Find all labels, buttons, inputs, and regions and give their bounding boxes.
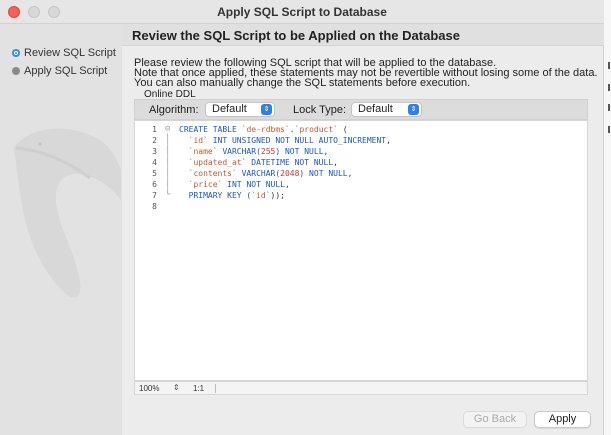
sql-token: PRIMARY KEY ( xyxy=(179,191,252,200)
dolphin-logo-watermark xyxy=(14,128,121,298)
sql-token: , xyxy=(347,169,353,178)
fold-toggle-icon[interactable]: ⊝ xyxy=(165,124,170,135)
line-number: 2 xyxy=(152,136,157,145)
line-number: 5 xyxy=(152,169,157,178)
lock-type-label: Lock Type: xyxy=(293,104,346,116)
sql-token: `updated_at` xyxy=(179,158,247,167)
sidebar-item-label: Apply SQL Script xyxy=(24,65,108,77)
fold-guide: │ xyxy=(165,135,171,145)
editor-status-bar: 100% ⇕ 1:1 xyxy=(134,381,588,395)
updown-chevron-icon: ⇕ xyxy=(408,104,419,115)
sql-token: , xyxy=(386,136,391,145)
sidebar-item-review-sql-script[interactable]: Review SQL Script xyxy=(12,46,116,60)
description-line: You can also manually change the SQL sta… xyxy=(134,77,471,89)
sql-token: , xyxy=(284,180,290,189)
sql-script-editor[interactable]: 1 ⊝ CREATE TABLE `de-rdbms`.`product` (2 │ … xyxy=(134,120,588,381)
line-number: 3 xyxy=(152,147,157,156)
wizard-sidebar: Review SQL Script Apply SQL Script xyxy=(0,24,122,435)
title-bar: Apply SQL Script to Database xyxy=(0,0,604,24)
line-number: 1 xyxy=(152,125,157,134)
code-line[interactable]: 3 │ `name` VARCHAR(255) NOT NULL, xyxy=(135,146,587,157)
sql-token: 255 xyxy=(260,147,276,156)
code-line[interactable]: 1 ⊝ CREATE TABLE `de-rdbms`.`product` ( xyxy=(135,124,587,135)
sql-code: `price` INT NOT NULL, xyxy=(179,179,290,190)
sql-token: `de-rdbms` xyxy=(241,125,290,134)
updown-chevron-icon: ⇕ xyxy=(261,104,272,115)
sql-code: `contents` VARCHAR(2048) NOT NULL, xyxy=(179,168,353,179)
sql-token: `price` xyxy=(179,180,223,189)
status-divider xyxy=(215,384,216,393)
sql-token: ) NOT NULL xyxy=(275,147,324,156)
algorithm-label: Algorithm: xyxy=(149,104,199,116)
current-step-icon xyxy=(12,49,20,57)
online-ddl-options: Algorithm: Default ⇕ Lock Type: Default … xyxy=(134,99,588,120)
pending-step-icon xyxy=(12,67,20,75)
sql-token: , xyxy=(323,147,329,156)
sql-code: `id` INT UNSIGNED NOT NULL AUTO_INCREMEN… xyxy=(179,135,391,146)
sql-token: INT NOT NULL xyxy=(222,180,285,189)
code-line[interactable]: 4 │ `updated_at` DATETIME NOT NULL, xyxy=(135,157,587,168)
sql-token: , xyxy=(333,158,338,167)
apply-button[interactable]: Apply xyxy=(534,411,591,428)
sql-code: CREATE TABLE `de-rdbms`.`product` ( xyxy=(179,124,348,135)
line-number: 8 xyxy=(152,202,157,211)
sql-token: `contents` xyxy=(179,169,237,178)
fold-end-icon: └ xyxy=(165,190,171,200)
zoom-stepper-icon[interactable]: ⇕ xyxy=(173,383,180,392)
zoom-level[interactable]: 100% xyxy=(139,384,159,393)
sql-token: CREATE TABLE xyxy=(179,125,242,134)
sql-token: `product` xyxy=(294,125,338,134)
code-line[interactable]: 5 │ `contents` VARCHAR(2048) NOT NULL, xyxy=(135,168,587,179)
sql-code: PRIMARY KEY (`id`)); xyxy=(179,190,285,201)
line-number: 7 xyxy=(152,191,157,200)
algorithm-select[interactable]: Default ⇕ xyxy=(205,102,275,117)
sql-token: )); xyxy=(270,191,285,200)
algorithm-select-value: Default xyxy=(212,103,247,115)
fold-guide: │ xyxy=(165,168,171,178)
code-line[interactable]: 2 │ `id` INT UNSIGNED NOT NULL AUTO_INCRE… xyxy=(135,135,587,146)
code-line[interactable]: 6 │ `price` INT NOT NULL, xyxy=(135,179,587,190)
page-header: Review the SQL Script to be Applied on t… xyxy=(122,24,604,46)
sql-token: VARCHAR( xyxy=(217,147,261,156)
sql-code: `updated_at` DATETIME NOT NULL, xyxy=(179,157,338,168)
sql-token: DATETIME NOT NULL xyxy=(246,158,334,167)
sql-token: VARCHAR( xyxy=(236,169,281,178)
line-number: 4 xyxy=(152,158,157,167)
page-title: Review the SQL Script to be Applied on t… xyxy=(132,28,460,43)
sql-code: `name` VARCHAR(255) NOT NULL, xyxy=(179,146,329,157)
sidebar-item-label: Review SQL Script xyxy=(24,47,116,59)
sql-token: ( xyxy=(337,125,348,134)
cursor-position: 1:1 xyxy=(193,384,205,393)
window-title: Apply SQL Script to Database xyxy=(217,5,387,19)
sidebar-item-apply-sql-script[interactable]: Apply SQL Script xyxy=(12,64,107,78)
lock-type-select[interactable]: Default ⇕ xyxy=(351,102,422,117)
background-window-edge xyxy=(604,0,611,435)
sql-token: INT UNSIGNED NOT NULL AUTO_INCREMENT xyxy=(207,136,387,145)
line-number: 6 xyxy=(152,180,157,189)
fold-guide: │ xyxy=(165,146,171,156)
dialog-window: Apply SQL Script to Database Review SQL … xyxy=(0,0,604,435)
sql-token: `id` xyxy=(251,191,271,200)
go-back-button[interactable]: Go Back xyxy=(463,411,527,428)
fold-guide: │ xyxy=(165,179,171,189)
sql-token: 2048 xyxy=(280,169,300,178)
code-line[interactable]: 7 └ PRIMARY KEY (`id`)); xyxy=(135,190,587,201)
sql-token: `id` xyxy=(179,136,208,145)
lock-type-select-value: Default xyxy=(358,103,393,115)
sql-token: ) NOT NULL xyxy=(299,169,348,178)
code-line[interactable]: 8 xyxy=(135,201,587,212)
sql-token: `name` xyxy=(179,147,218,156)
fold-guide: │ xyxy=(165,157,171,167)
